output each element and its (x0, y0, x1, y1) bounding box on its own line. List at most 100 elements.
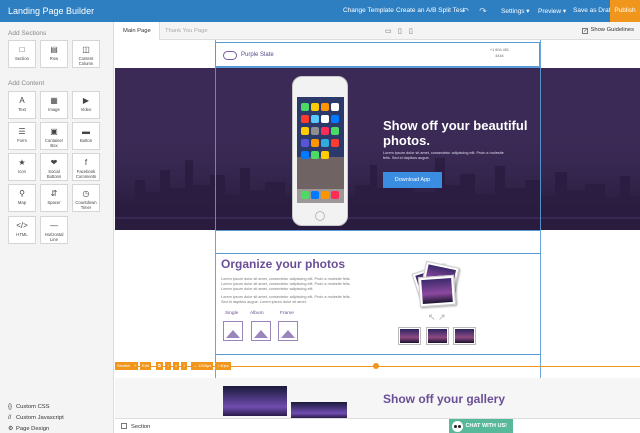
sidebar: Add Sections □ Section ▤ Row ◫ Content C… (0, 22, 114, 433)
tile-container-box[interactable]: ▣ Container Box (40, 122, 68, 150)
app-title: Landing Page Builder (8, 6, 95, 16)
mobile-icon[interactable]: ▯ (409, 27, 413, 35)
button-icon: ▬ (82, 127, 90, 136)
undo-icon[interactable]: ↶ (460, 6, 470, 16)
tile-horizontal-line[interactable]: — Horizontal Line (40, 216, 68, 244)
bottom-bar: Section CHAT WITH US! (115, 418, 640, 433)
thumbnail[interactable] (426, 327, 449, 345)
custom-css-link[interactable]: {} Custom CSS (8, 404, 50, 410)
js-icon: // (8, 415, 12, 421)
ab-split-button[interactable]: Create an A/B Split Test (396, 7, 465, 14)
tile-spacer[interactable]: ⇵ Spacer (40, 184, 68, 212)
tile-label: Image (48, 107, 60, 112)
publish-button[interactable]: Publish (610, 0, 640, 22)
page-design-link[interactable]: ⚙ Page Design (8, 425, 49, 432)
tile-label: Row (49, 56, 59, 61)
edit-button[interactable]: Edit (140, 362, 151, 370)
height-readout: ↕ 40px (215, 362, 231, 370)
move-icon[interactable]: ↕ (181, 362, 187, 370)
redo-icon[interactable]: ↷ (478, 6, 488, 16)
app-icons-grid (297, 97, 344, 203)
preview-menu[interactable]: Preview ▾ (538, 7, 566, 15)
download-app-button[interactable]: Download App (383, 172, 442, 188)
map-icon: ⚲ (19, 189, 25, 198)
code-icon: </> (16, 221, 28, 230)
organize-title: Organize your photos (221, 257, 346, 271)
move-up-icon[interactable]: ↑ (165, 362, 171, 370)
tile-label: Spacer (47, 200, 61, 205)
top-bar: Landing Page Builder Change Template Cre… (0, 0, 640, 22)
page-canvas[interactable]: Purple Slate +1 604 451 4444 Show off yo… (115, 40, 640, 418)
tile-label: Video (80, 107, 92, 112)
chat-label: CHAT WITH US! (465, 423, 507, 429)
photo (417, 274, 457, 308)
guideline-horizontal (215, 253, 541, 254)
line-icon: — (50, 221, 58, 230)
change-template-button[interactable]: Change Template (343, 7, 394, 14)
tile-label: Map (17, 200, 27, 205)
frame-photo-icon[interactable] (278, 321, 298, 341)
settings-menu[interactable]: Settings ▾ (501, 7, 530, 15)
section-label[interactable]: Section (115, 362, 133, 370)
cloud-logo-icon (223, 51, 237, 60)
tile-image[interactable]: ▦ Image (40, 91, 68, 119)
tile-countdown-timer[interactable]: ◷ Countdown Timer (72, 184, 100, 212)
tile-row[interactable]: ▤ Row (40, 40, 68, 68)
tile-section[interactable]: □ Section (8, 40, 36, 68)
css-icon: {} (8, 404, 13, 410)
social-icon: ❤ (50, 158, 58, 167)
tile-map[interactable]: ⚲ Map (8, 184, 36, 212)
tile-label: Icon (18, 169, 26, 174)
thumbnail[interactable] (453, 327, 476, 345)
tile-text[interactable]: A Text (8, 91, 36, 119)
desktop-icon[interactable]: ▭ (385, 27, 392, 35)
link-label: Page Design (16, 426, 50, 432)
tile-label: Horizontal Line (44, 232, 64, 242)
tile-form[interactable]: ☰ Form (8, 122, 36, 150)
thumbnail[interactable] (398, 327, 421, 345)
link-label: Custom CSS (16, 404, 50, 410)
checkbox-icon (121, 423, 127, 429)
tile-button[interactable]: ▬ Button (72, 122, 100, 150)
organize-section[interactable]: Organize your photos Lorem ipsum dolor s… (215, 255, 540, 355)
row-toolbar: Section + Edit ⧉ ↑ × ↕ ↔ 1200px ↕ 40px (115, 362, 640, 370)
tab-single[interactable]: Single (225, 311, 238, 316)
hero-section[interactable]: Show off your beautiful photos. Lorem ip… (115, 68, 640, 230)
tile-label: HTML (16, 232, 28, 237)
gallery-section[interactable]: Show off your gallery (115, 378, 640, 418)
section-selector[interactable]: Section (121, 423, 150, 430)
tile-video[interactable]: ▶ Video (72, 91, 100, 119)
single-photo-icon[interactable] (223, 321, 243, 341)
square-icon: □ (19, 45, 25, 54)
tile-social-buttons[interactable]: ❤ Social Buttons (40, 153, 68, 181)
album-photo-icon[interactable] (251, 321, 271, 341)
timer-icon: ◷ (82, 189, 90, 198)
delete-icon[interactable]: × (173, 362, 180, 370)
tab-main-page[interactable]: Main Page (115, 22, 160, 40)
tile-html[interactable]: </> HTML (8, 216, 36, 244)
tile-icon[interactable]: ★ Icon (8, 153, 36, 181)
header-row[interactable]: Purple Slate +1 604 451 4444 (215, 42, 540, 67)
star-icon: ★ (18, 158, 26, 167)
tile-content-column[interactable]: ◫ Content Column (72, 40, 100, 68)
hero-title: Show off your beautiful photos. (383, 118, 528, 148)
tab-frame[interactable]: Frame (280, 311, 294, 316)
chat-button[interactable]: CHAT WITH US! (449, 419, 513, 433)
copy-icon[interactable]: ⧉ (156, 362, 163, 370)
gear-icon: ⚙ (8, 426, 14, 432)
tab-thank-you-page[interactable]: Thank You Page (157, 22, 216, 40)
resize-handle[interactable] (373, 363, 379, 369)
custom-javascript-link[interactable]: // Custom Javascript (8, 415, 64, 421)
hero-text: Lorem ipsum dolor sit amet, consectetur … (383, 151, 504, 160)
phone-line: 4444 (495, 54, 504, 58)
tile-label: Social Buttons (46, 169, 62, 179)
logo-text: Purple Slate (241, 52, 274, 58)
show-guidelines-toggle[interactable]: ✓ Show Guidelines (582, 27, 634, 34)
gallery-image (291, 402, 347, 418)
add-icon[interactable]: + (132, 362, 139, 370)
save-draft-button[interactable]: Save as Draft (573, 7, 612, 14)
tab-album[interactable]: Album (250, 311, 264, 316)
tablet-icon[interactable]: ▯ (398, 27, 402, 35)
tile-label: Facebook Comments (75, 169, 97, 179)
tile-facebook-comments[interactable]: f Facebook Comments (72, 153, 100, 181)
